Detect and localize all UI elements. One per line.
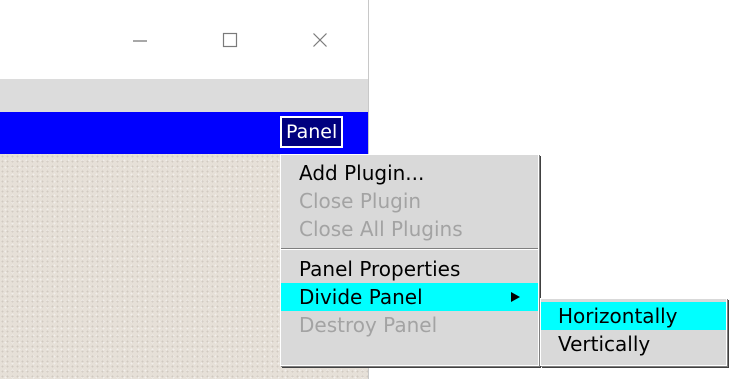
menu-item-divide-panel[interactable]: Divide Panel — [281, 283, 538, 311]
menu-separator — [281, 248, 538, 250]
menu-item-destroy-panel: Destroy Panel — [299, 313, 438, 337]
submenu-item-vertically[interactable]: Vertically — [541, 330, 726, 358]
minimize-button[interactable] — [118, 20, 162, 60]
menu-item-close-all-plugins: Close All Plugins — [299, 217, 463, 241]
menu-item-add-plugin[interactable]: Add Plugin... — [281, 159, 538, 187]
close-button[interactable] — [298, 20, 342, 60]
divide-panel-submenu: Horizontally Vertically — [540, 298, 727, 366]
title-bar — [0, 0, 368, 79]
panel-menu-button[interactable]: Panel — [280, 116, 344, 148]
maximize-button[interactable] — [208, 20, 252, 60]
close-icon — [313, 33, 327, 47]
minimize-icon — [133, 40, 147, 42]
screen: Panel Add Plugin... Close Plugin Close A… — [0, 0, 735, 379]
maximize-icon — [222, 32, 238, 48]
menu-item-panel-properties[interactable]: Panel Properties — [281, 255, 538, 283]
panel-dropdown-menu: Add Plugin... Close Plugin Close All Plu… — [280, 154, 539, 366]
toolbar-strip — [0, 79, 368, 112]
menu-item-divide-panel-label: Divide Panel — [299, 285, 423, 309]
menu-item-close-plugin: Close Plugin — [299, 189, 422, 213]
submenu-arrow-icon — [511, 292, 520, 302]
submenu-item-horizontally[interactable]: Horizontally — [541, 302, 726, 330]
panel-bar: Panel — [0, 112, 368, 154]
